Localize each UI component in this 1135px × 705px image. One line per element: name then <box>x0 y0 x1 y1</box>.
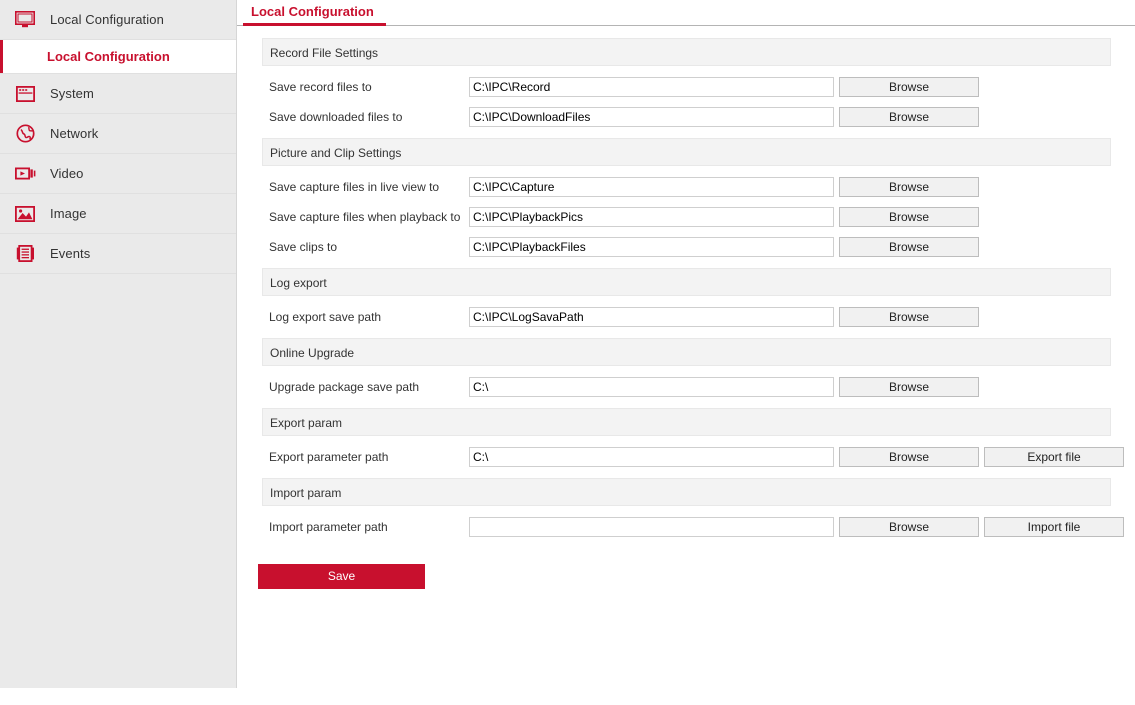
browse-button[interactable]: Browse <box>839 307 979 327</box>
field-row: Save capture files in live view to Brows… <box>237 172 1135 202</box>
sidebar-subitem-label: Local Configuration <box>47 49 170 64</box>
sidebar-item-network[interactable]: Network <box>0 114 236 154</box>
save-row: Save <box>237 542 1135 589</box>
top-spacer <box>237 26 1135 38</box>
sidebar-item-label: Network <box>50 126 99 141</box>
settings-form: Record File Settings Save record files t… <box>237 26 1135 589</box>
sidebar-item-label: Local Configuration <box>50 12 164 27</box>
export-file-button[interactable]: Export file <box>984 447 1124 467</box>
browse-button[interactable]: Browse <box>839 237 979 257</box>
section-body: Save record files to Browse Save downloa… <box>237 66 1135 138</box>
video-camera-icon <box>12 163 38 185</box>
section-title: Record File Settings <box>262 38 1111 66</box>
section-body: Save capture files in live view to Brows… <box>237 166 1135 268</box>
field-row: Save downloaded files to Browse <box>237 102 1135 132</box>
sidebar-item-local-configuration[interactable]: Local Configuration <box>0 0 236 40</box>
sidebar-item-label: Image <box>50 206 87 221</box>
section-title: Export param <box>262 408 1111 436</box>
save-clips-to-input[interactable] <box>469 237 834 257</box>
monitor-icon <box>12 9 38 31</box>
main-content: Local Configuration Record File Settings… <box>237 0 1135 705</box>
section-picture-and-clip-settings: Picture and Clip Settings Save capture f… <box>237 138 1135 268</box>
field-row: Log export save path Browse <box>237 302 1135 332</box>
page-root: Local Configuration Local Configuration … <box>0 0 1135 705</box>
field-label: Log export save path <box>269 310 382 324</box>
browse-button[interactable]: Browse <box>839 447 979 467</box>
sidebar-item-system[interactable]: System <box>0 74 236 114</box>
field-label: Save capture files when playback to <box>269 210 461 224</box>
section-record-file-settings: Record File Settings Save record files t… <box>237 38 1135 138</box>
log-export-save-path-input[interactable] <box>469 307 834 327</box>
sidebar-item-label: Video <box>50 166 84 181</box>
sidebar-item-image[interactable]: Image <box>0 194 236 234</box>
sidebar-item-video[interactable]: Video <box>0 154 236 194</box>
section-body: Upgrade package save path Browse <box>237 366 1135 408</box>
save-button[interactable]: Save <box>258 564 425 589</box>
sidebar: Local Configuration Local Configuration … <box>0 0 237 688</box>
browse-button[interactable]: Browse <box>839 207 979 227</box>
save-capture-playback-input[interactable] <box>469 207 834 227</box>
export-parameter-path-input[interactable] <box>469 447 834 467</box>
field-row: Save record files to Browse <box>237 72 1135 102</box>
picture-icon <box>12 203 38 225</box>
field-label: Export parameter path <box>269 450 389 464</box>
browse-button[interactable]: Browse <box>839 377 979 397</box>
browse-button[interactable]: Browse <box>839 107 979 127</box>
sidebar-item-label: System <box>50 86 94 101</box>
section-title: Log export <box>262 268 1111 296</box>
field-row: Save clips to Browse <box>237 232 1135 262</box>
field-row: Upgrade package save path Browse <box>237 372 1135 402</box>
section-export-param: Export param Export parameter path Brows… <box>237 408 1135 478</box>
tab-bar: Local Configuration <box>237 0 1135 26</box>
section-log-export: Log export Log export save path Browse <box>237 268 1135 338</box>
field-label: Import parameter path <box>269 520 388 534</box>
tab-local-configuration[interactable]: Local Configuration <box>243 0 386 26</box>
field-label: Save clips to <box>269 240 338 254</box>
save-downloaded-files-to-input[interactable] <box>469 107 834 127</box>
globe-icon <box>12 123 38 145</box>
section-body: Log export save path Browse <box>237 296 1135 338</box>
section-title: Online Upgrade <box>262 338 1111 366</box>
field-row: Save capture files when playback to Brow… <box>237 202 1135 232</box>
sidebar-subitem-local-configuration[interactable]: Local Configuration <box>0 40 236 74</box>
browse-button[interactable]: Browse <box>839 517 979 537</box>
system-window-icon <box>12 83 38 105</box>
import-parameter-path-input[interactable] <box>469 517 834 537</box>
sidebar-item-label: Events <box>50 246 91 261</box>
section-body: Export parameter path Browse Export file <box>237 436 1135 478</box>
tab-label: Local Configuration <box>251 4 374 19</box>
field-label: Upgrade package save path <box>269 380 420 394</box>
sidebar-item-events[interactable]: Events <box>0 234 236 274</box>
section-import-param: Import param Import parameter path Brows… <box>237 478 1135 542</box>
field-label: Save capture files in live view to <box>269 180 440 194</box>
section-title: Picture and Clip Settings <box>262 138 1111 166</box>
events-list-icon <box>12 243 38 265</box>
save-record-files-to-input[interactable] <box>469 77 834 97</box>
field-row: Import parameter path Browse Import file <box>237 512 1135 542</box>
section-online-upgrade: Online Upgrade Upgrade package save path… <box>237 338 1135 408</box>
save-capture-live-view-input[interactable] <box>469 177 834 197</box>
field-row: Export parameter path Browse Export file <box>237 442 1135 472</box>
field-label: Save record files to <box>269 80 372 94</box>
field-label: Save downloaded files to <box>269 110 403 124</box>
section-body: Import parameter path Browse Import file <box>237 506 1135 542</box>
browse-button[interactable]: Browse <box>839 177 979 197</box>
section-title: Import param <box>262 478 1111 506</box>
upgrade-package-save-path-input[interactable] <box>469 377 834 397</box>
import-file-button[interactable]: Import file <box>984 517 1124 537</box>
browse-button[interactable]: Browse <box>839 77 979 97</box>
